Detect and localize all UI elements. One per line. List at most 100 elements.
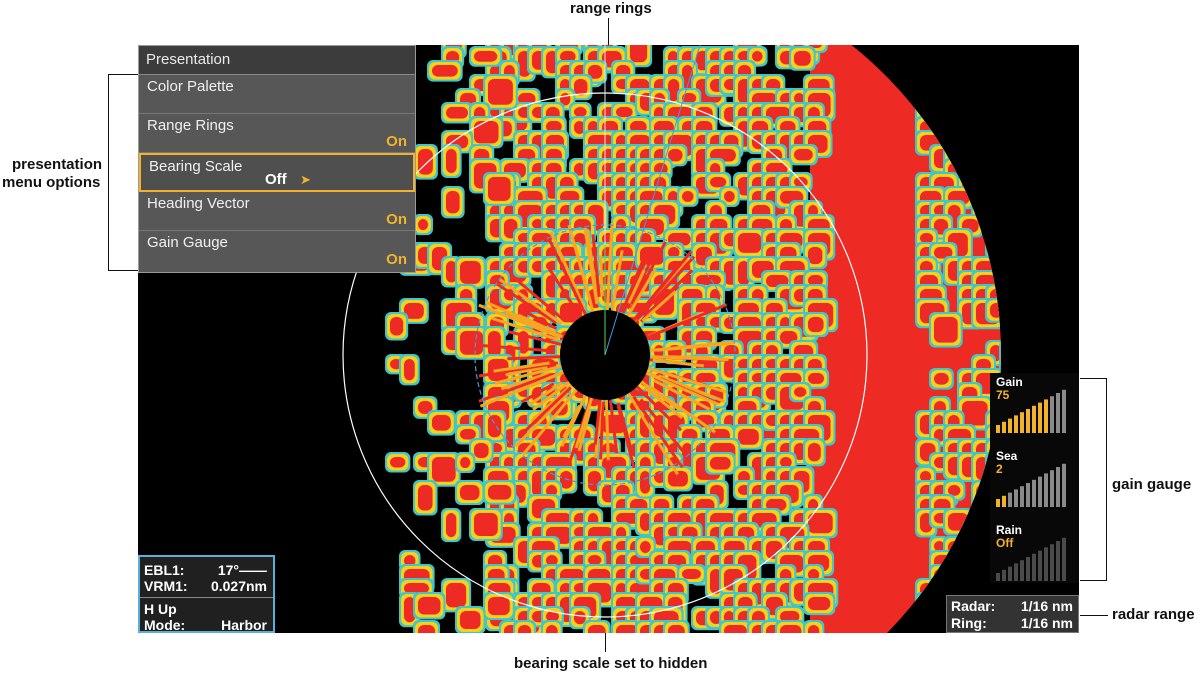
- radar-echo: [971, 45, 1000, 63]
- radar-echo: [987, 230, 1001, 259]
- orientation-value: H Up: [144, 601, 177, 617]
- radar-echo: [962, 79, 975, 90]
- radar-echo: [931, 90, 960, 121]
- radar-echo: [460, 485, 480, 501]
- radar-echo: [752, 51, 763, 62]
- radar-echo: [934, 107, 959, 133]
- radar-echo: [948, 107, 964, 121]
- menu-item-value: Off: [265, 171, 287, 188]
- radar-echo: [985, 102, 1001, 133]
- radar-echo: [446, 107, 469, 119]
- radar-echo: [976, 149, 994, 164]
- radar-echo: [915, 46, 950, 68]
- radar-echo: [957, 144, 988, 170]
- radar-echo: [474, 51, 498, 62]
- radar-echo: [1018, 45, 1029, 60]
- radar-echo: [962, 135, 983, 156]
- radar-echo: [987, 216, 1001, 237]
- menu-item-gain-gauge[interactable]: Gain Gauge On: [139, 231, 415, 270]
- radar-echo: [934, 569, 952, 581]
- menu-item-value: On: [386, 211, 407, 228]
- radar-echo: [934, 373, 949, 385]
- gauge-bar: [1014, 489, 1018, 507]
- radar-echo: [976, 163, 1000, 188]
- radar-echo: [973, 132, 990, 151]
- orientation-row: H Up: [144, 601, 267, 617]
- rain-gauge: Rain Off: [994, 523, 1074, 588]
- ebl-vrm-info-box: EBL1: 17°—— VRM1: 0.027nm H Up Mode: Har…: [138, 555, 275, 633]
- radar-echo: [999, 46, 1001, 69]
- radar-echo: [943, 88, 964, 117]
- arrow-right-icon[interactable]: ➤: [300, 172, 311, 188]
- menu-item-label: Gain Gauge: [147, 234, 228, 251]
- menu-item-color-palette[interactable]: Color Palette: [139, 75, 415, 114]
- radar-echo: [460, 457, 471, 469]
- radar-screen[interactable]: Presentation Color Palette Range Rings O…: [138, 45, 1079, 633]
- radar-echo: [962, 401, 988, 426]
- radar-echo: [460, 331, 484, 355]
- radar-echo: [780, 625, 802, 633]
- radar-echo: [973, 146, 997, 167]
- radar-echo: [990, 233, 1001, 256]
- gauge-bar: [1044, 473, 1048, 507]
- ring-value: 1/16 nm: [1020, 615, 1073, 631]
- presentation-menu[interactable]: Presentation Color Palette Range Rings O…: [138, 45, 416, 273]
- menu-item-heading-vector[interactable]: Heading Vector On: [139, 192, 415, 231]
- radar-echo: [957, 536, 981, 569]
- gauge-bar: [1014, 415, 1018, 433]
- sea-gauge: Sea 2: [994, 449, 1074, 514]
- presentation-bracket-top: [108, 74, 138, 75]
- gauge-bar: [1056, 541, 1060, 581]
- radar-echo: [999, 270, 1001, 301]
- menu-title: Presentation: [139, 46, 415, 75]
- radar-echo: [808, 373, 825, 384]
- radar-echo: [808, 597, 831, 611]
- radar-echo: [1001, 174, 1028, 198]
- radar-echo: [418, 597, 441, 615]
- gauge-bar: [1020, 560, 1024, 581]
- gauge-bar: [1008, 492, 1012, 507]
- radar-echo: [962, 51, 982, 70]
- radar-echo: [1013, 200, 1038, 221]
- radar-echo: [999, 256, 1001, 287]
- gauge-bar: [1020, 412, 1024, 433]
- radar-echo: [446, 583, 467, 608]
- radar-echo: [957, 74, 980, 95]
- radar-range-box: Radar: 1/16 nm Ring: 1/16 nm: [946, 595, 1079, 633]
- gauge-bar: [1062, 537, 1066, 581]
- radar-label: Radar:: [951, 598, 996, 614]
- radar-echo: [973, 188, 990, 211]
- radar-echo: [474, 121, 499, 144]
- radar-echo: [990, 219, 1001, 234]
- radar-echo: [959, 146, 986, 168]
- radar-echo: [957, 102, 988, 125]
- radar-echo: [1015, 118, 1042, 143]
- radar-echo: [959, 538, 979, 567]
- range-rings-callout: range rings: [570, 0, 652, 17]
- radar-echo: [1004, 177, 1025, 195]
- radar-echo: [943, 102, 969, 126]
- gain-gauge-bracket: [1106, 378, 1107, 580]
- gauge-bar: [1062, 389, 1066, 433]
- menu-item-range-rings[interactable]: Range Rings On: [139, 114, 415, 153]
- radar-echo: [957, 46, 987, 75]
- radar-echo: [1013, 214, 1034, 243]
- radar-echo: [640, 541, 651, 553]
- gauge-bar: [996, 499, 1000, 507]
- radar-echo: [962, 93, 974, 109]
- radar-echo: [976, 45, 995, 58]
- vrm-row: VRM1: 0.027nm: [144, 578, 267, 594]
- radar-echo: [1013, 45, 1034, 65]
- radar-echo: [488, 485, 512, 500]
- menu-item-label: Color Palette: [147, 78, 234, 95]
- radar-echo: [917, 90, 947, 107]
- radar-echo: [962, 107, 983, 120]
- radar-echo: [957, 116, 989, 152]
- mode-value: Harbor: [221, 617, 267, 633]
- radar-echo: [990, 303, 1001, 318]
- menu-item-bearing-scale[interactable]: Bearing Scale Off ➤: [139, 153, 415, 192]
- radar-echo: [920, 597, 940, 611]
- radar-echo: [1018, 289, 1032, 304]
- radar-echo: [1001, 118, 1026, 147]
- menu-item-value: On: [386, 133, 407, 150]
